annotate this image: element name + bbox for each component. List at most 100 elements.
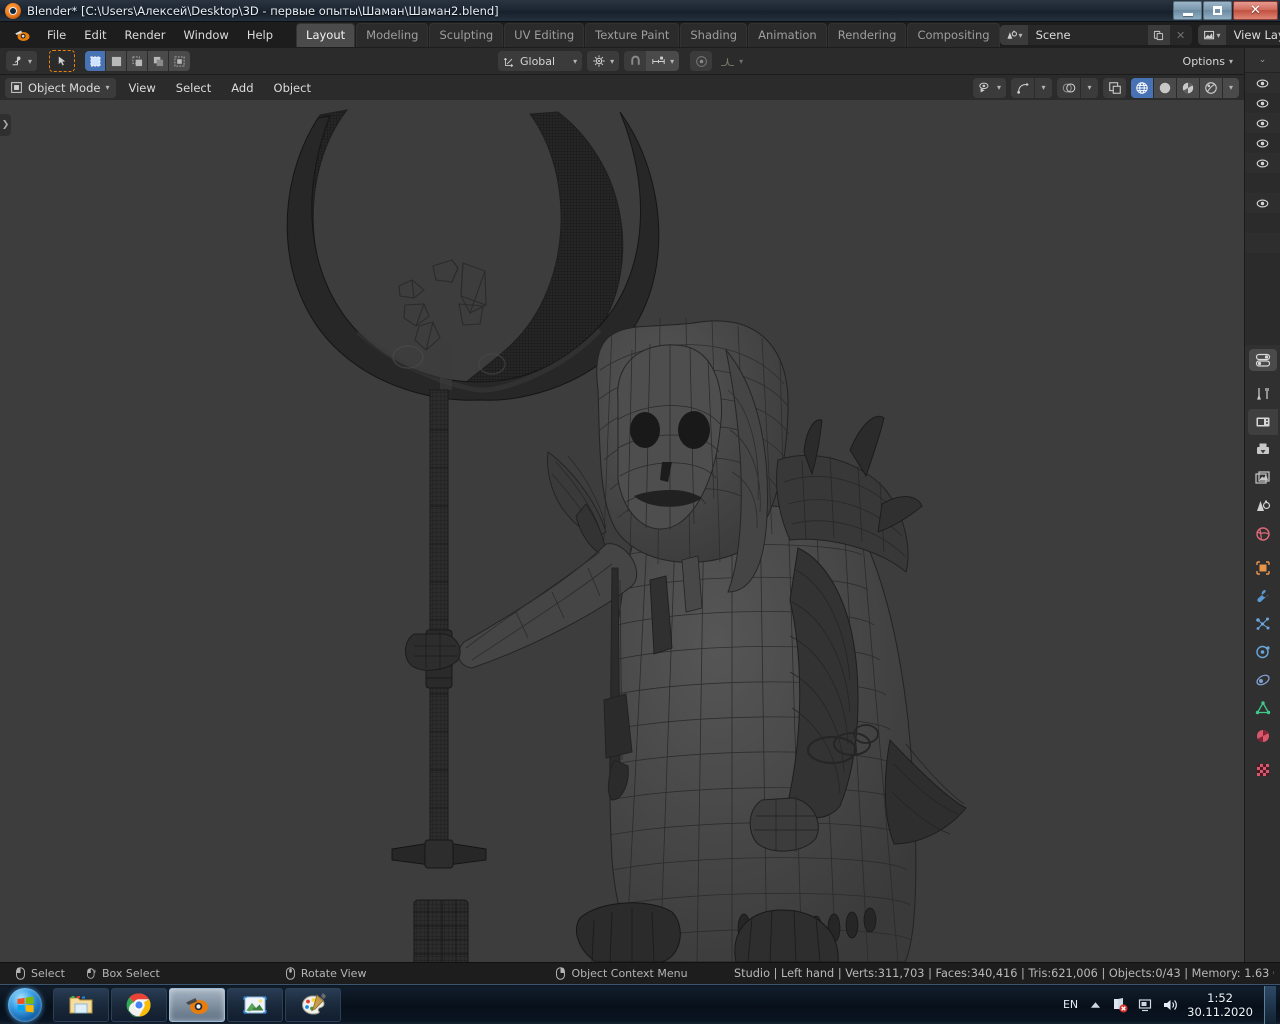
tab-layout[interactable]: Layout [296,23,355,47]
taskbar-blender[interactable] [169,988,225,1022]
tab-compositing[interactable]: Compositing [907,23,999,47]
close-button[interactable]: ✕ [1233,1,1278,20]
outliner-row-9[interactable] [1245,233,1280,253]
taskbar-clock[interactable]: 1:52 30.11.2020 [1187,991,1253,1019]
eye-icon[interactable] [1256,117,1269,130]
eye-icon[interactable] [1256,157,1269,170]
shading-material-preview[interactable] [1177,78,1200,98]
taskbar-google-chrome[interactable] [111,988,167,1022]
options-button[interactable]: Options ▾ [1178,51,1238,71]
outliner-row-7[interactable] [1245,193,1280,213]
tab-modeling[interactable]: Modeling [356,23,428,47]
show-hidden-icons-button[interactable] [1087,997,1103,1013]
viewport-menu-add[interactable]: Add [223,78,261,98]
outliner-row-1[interactable] [1245,73,1280,93]
object-visibility-selector[interactable]: ▾ [973,78,1006,98]
select-mode-subtract[interactable] [127,51,148,71]
new-scene-button[interactable] [1148,25,1170,45]
properties-editor-type-icon[interactable] [1249,349,1277,371]
maximize-button[interactable] [1203,1,1232,20]
menu-file[interactable]: File [38,25,75,45]
taskbar-photo-viewer[interactable] [227,988,283,1022]
properties-tab-tool[interactable] [1248,381,1278,407]
scene-name-field[interactable]: Scene [1028,25,1148,45]
snap-magnet-toggle[interactable] [624,51,646,71]
proportional-falloff-selector[interactable]: ▾ [715,51,748,71]
outliner-row-5[interactable] [1245,153,1280,173]
eye-icon[interactable] [1256,77,1269,90]
view-layer-icon[interactable]: ▾ [1198,25,1226,45]
viewport-menu-view[interactable]: View [120,78,163,98]
menu-window[interactable]: Window [174,25,237,45]
pivot-point-selector[interactable]: ▾ [587,51,619,71]
outliner-row-8[interactable] [1245,213,1280,233]
toggle-xray-button[interactable] [1103,78,1126,98]
viewport-menu-object[interactable]: Object [266,78,319,98]
properties-tab-material[interactable] [1248,723,1278,749]
properties-tab-data[interactable] [1248,695,1278,721]
properties-tab-constraints[interactable] [1248,667,1278,693]
view-layer-name-field[interactable]: View Layer [1226,25,1280,45]
minimize-button[interactable] [1173,1,1202,20]
tab-animation[interactable]: Animation [748,23,827,47]
taskbar-paint[interactable] [285,988,341,1022]
properties-tab-modifiers[interactable] [1248,583,1278,609]
shading-wireframe[interactable] [1131,78,1154,98]
volume-icon[interactable] [1162,997,1178,1013]
tab-sculpting[interactable]: Sculpting [429,23,503,47]
active-tool-tweak[interactable] [49,50,75,72]
select-mode-extend[interactable] [106,51,127,71]
shading-rendered[interactable] [1200,78,1223,98]
gizmo-toggle[interactable] [1011,78,1034,98]
outliner-row-2[interactable] [1245,93,1280,113]
shading-options-dropdown[interactable]: ▾ [1223,78,1239,98]
overlays-options-dropdown[interactable]: ▾ [1080,78,1098,98]
network-icon[interactable] [1112,997,1128,1013]
start-button[interactable] [3,987,47,1023]
taskbar-file-explorer[interactable] [53,988,109,1022]
properties-tab-physics[interactable] [1248,639,1278,665]
shading-solid[interactable] [1154,78,1177,98]
gizmo-options-dropdown[interactable]: ▾ [1034,78,1052,98]
overlays-toggle[interactable] [1057,78,1080,98]
action-center-icon[interactable] [1137,997,1153,1013]
blender-logo-icon[interactable] [12,25,32,45]
tab-shading[interactable]: Shading [680,23,747,47]
tab-rendering[interactable]: Rendering [828,23,907,47]
properties-tab-particles[interactable] [1248,611,1278,637]
3d-viewport[interactable]: ❯ [0,100,1244,962]
show-desktop-button[interactable] [1264,986,1276,1024]
menu-edit[interactable]: Edit [75,25,115,45]
properties-tab-output[interactable] [1248,437,1278,463]
transform-orientation-selector[interactable]: Global ▾ [498,51,582,71]
outliner-row-10[interactable] [1245,253,1280,273]
unlink-scene-button[interactable]: ✕ [1170,25,1192,45]
properties-tab-texture[interactable] [1248,757,1278,783]
menu-render[interactable]: Render [116,25,175,45]
outliner-row-6[interactable] [1245,173,1280,193]
eye-icon[interactable] [1256,197,1269,210]
outliner-row-3[interactable] [1245,113,1280,133]
properties-tab-world[interactable] [1248,521,1278,547]
properties-editor[interactable] [1244,345,1280,962]
outliner-editor[interactable]: ⌄ [1244,48,1280,345]
eye-icon[interactable] [1256,137,1269,150]
select-mode-set[interactable] [85,51,106,71]
select-mode-invert[interactable] [148,51,169,71]
interaction-mode-selector[interactable]: Object Mode ▾ [5,78,116,98]
properties-tab-scene[interactable] [1248,493,1278,519]
properties-tab-render[interactable] [1248,409,1278,435]
language-indicator[interactable]: EN [1063,998,1078,1011]
tab-uv-editing[interactable]: UV Editing [504,23,584,47]
properties-tab-object[interactable] [1248,555,1278,581]
proportional-editing-toggle[interactable] [690,51,712,71]
eye-icon[interactable] [1256,97,1269,110]
scene-icon[interactable]: ▾ [1000,25,1028,45]
outliner-row-4[interactable] [1245,133,1280,153]
editor-type-selector[interactable]: ▾ [6,51,37,71]
menu-help[interactable]: Help [238,25,282,45]
select-mode-intersect[interactable] [169,51,190,71]
snap-to-selector[interactable]: ▾ [646,51,679,71]
tab-texture-paint[interactable]: Texture Paint [585,23,679,47]
properties-tab-view-layer[interactable] [1248,465,1278,491]
